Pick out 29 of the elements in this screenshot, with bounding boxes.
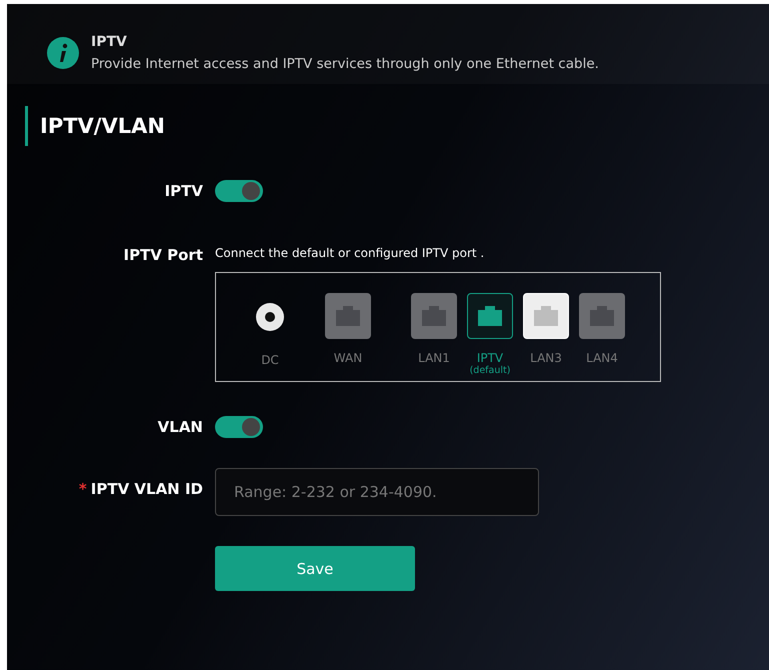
port-sublabel: (default) xyxy=(470,365,510,376)
save-button[interactable]: Save xyxy=(215,546,415,591)
port-hint: Connect the default or configured IPTV port . xyxy=(215,246,486,260)
vlan-label: VLAN xyxy=(156,418,203,436)
heading-accent xyxy=(25,106,28,146)
port-label: IPTV xyxy=(476,351,504,365)
vlan-toggle[interactable] xyxy=(215,416,263,438)
ethernet-jack-icon xyxy=(590,306,614,326)
info-icon xyxy=(47,37,79,69)
required-asterisk: * xyxy=(78,480,87,498)
notice-text: Provide Internet access and IPTV services through only one Ethernet cable. xyxy=(91,56,599,72)
section-title: IPTV/VLAN xyxy=(40,114,165,138)
port-label: LAN4 xyxy=(586,351,618,365)
notice-title: IPTV xyxy=(91,34,128,50)
vlan-id-label: IPTV VLAN ID xyxy=(90,480,203,498)
ethernet-jack-icon xyxy=(336,306,360,326)
port-label: WAN xyxy=(334,351,362,365)
port-label: LAN1 xyxy=(418,351,450,365)
power-jack-icon xyxy=(256,303,284,331)
ethernet-jack-icon xyxy=(422,306,446,326)
iptv-label: IPTV xyxy=(164,182,203,200)
vlan-id-field[interactable]: Range: 2-232 or 234-4090. xyxy=(215,468,539,516)
ethernet-jack-icon xyxy=(534,306,558,326)
ethernet-port[interactable] xyxy=(467,293,513,339)
iptv-toggle[interactable] xyxy=(215,180,263,202)
ethernet-jack-icon xyxy=(478,306,502,326)
port-label: DC xyxy=(261,353,279,367)
port-label: LAN3 xyxy=(530,351,562,365)
iptv-port-label: IPTV Port xyxy=(122,246,203,264)
